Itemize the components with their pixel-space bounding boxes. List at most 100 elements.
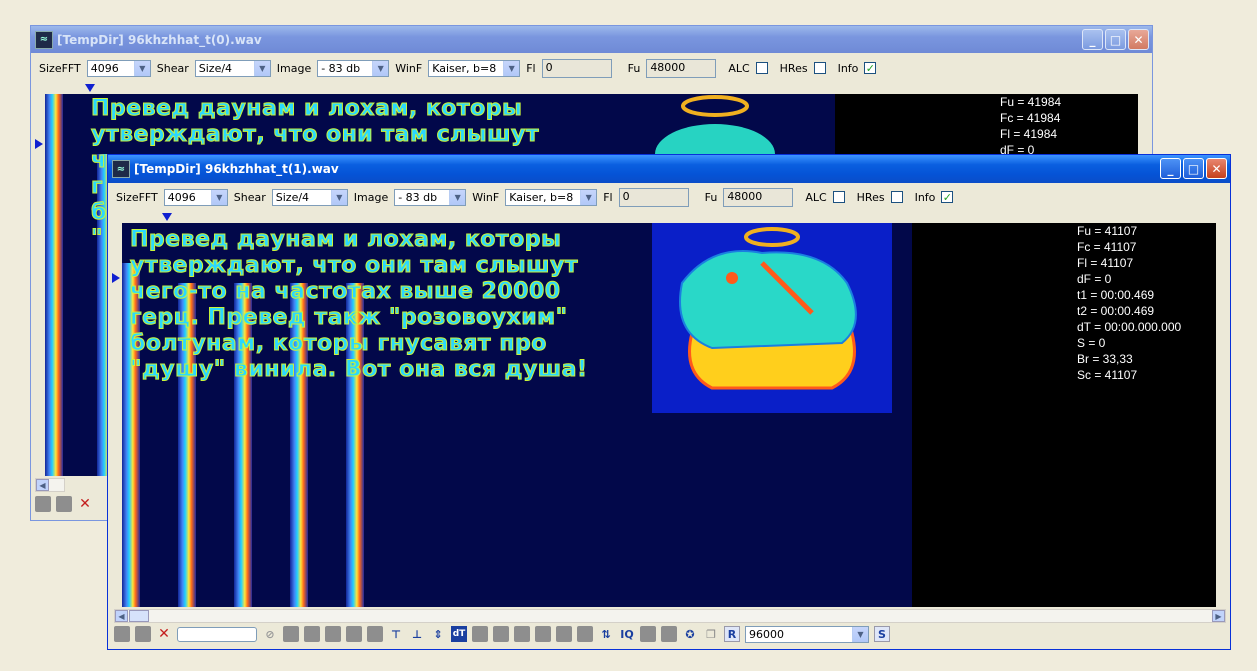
- sizefft-select[interactable]: 4096 ▼: [163, 188, 228, 206]
- iq-icon[interactable]: IQ: [619, 626, 635, 642]
- front-titlebar[interactable]: ≈ [TempDir] 96khzhhat_t(1).wav _ □ ✕: [108, 155, 1230, 183]
- tool-icon[interactable]: [56, 496, 72, 512]
- front-toolbar: SizeFFT 4096 ▼ Shear Size/4 ▼ Image - 83 d…: [110, 185, 1228, 209]
- shear-select[interactable]: Size/4 ▼: [194, 59, 271, 77]
- frequency-marker-top[interactable]: [85, 84, 95, 92]
- minimize-button[interactable]: _: [1082, 29, 1103, 50]
- tool-icon[interactable]: [535, 626, 551, 642]
- chevron-down-icon: ▼: [210, 189, 227, 205]
- hippo-image: [652, 223, 892, 413]
- image-select[interactable]: - 83 db ▼: [394, 188, 467, 206]
- close-button[interactable]: ✕: [1128, 29, 1149, 50]
- back-toolbar: SizeFFT 4096 ▼ Shear Size/4 ▼ Image - 83 d…: [33, 56, 1150, 80]
- chevron-down-icon: ▼: [503, 60, 520, 76]
- settings-icon[interactable]: ✪: [682, 626, 698, 642]
- delete-icon[interactable]: ✕: [77, 496, 93, 512]
- sizefft-select[interactable]: 4096 ▼: [86, 59, 151, 77]
- dt-button[interactable]: dT: [451, 626, 467, 642]
- shear-label: Shear: [156, 61, 189, 75]
- tool-icon[interactable]: [472, 626, 488, 642]
- tool-icon[interactable]: [283, 626, 299, 642]
- tool-icon[interactable]: [514, 626, 530, 642]
- tool-icon[interactable]: [346, 626, 362, 642]
- swap-icon[interactable]: ⇅: [598, 626, 614, 642]
- fu-field[interactable]: 48000: [723, 187, 794, 207]
- align-bottom-icon[interactable]: ⊥: [409, 626, 425, 642]
- minimize-button[interactable]: _: [1160, 158, 1181, 179]
- scroll-left-icon[interactable]: ◀: [36, 479, 49, 491]
- maximize-button[interactable]: □: [1105, 29, 1126, 50]
- alc-label: ALC: [805, 190, 827, 204]
- front-spectrogram[interactable]: Превед даунам и лохам, которы утверждают…: [122, 223, 1216, 607]
- tool-icon[interactable]: [304, 626, 320, 642]
- align-top-icon[interactable]: ⊤: [388, 626, 404, 642]
- sample-rate-select[interactable]: 96000 ▼: [745, 625, 869, 643]
- fl-field[interactable]: 0: [618, 187, 689, 207]
- tool-icon[interactable]: [493, 626, 509, 642]
- spectrum-stripe: [45, 94, 63, 476]
- r-button[interactable]: R: [724, 626, 740, 642]
- tool-icon[interactable]: [114, 626, 130, 642]
- chevron-down-icon: ▼: [852, 626, 868, 642]
- scroll-thumb[interactable]: [129, 610, 149, 622]
- tool-icon[interactable]: [135, 626, 151, 642]
- info-panel: Fu = 41107 Fc = 41107 Fl = 41107 dF = 0 …: [1077, 224, 1182, 382]
- overlay-text: Превед даунам и лохам, которы утверждают…: [130, 227, 588, 383]
- fl-field[interactable]: 0: [541, 58, 612, 78]
- front-window[interactable]: ≈ [TempDir] 96khzhhat_t(1).wav _ □ ✕ Siz…: [107, 154, 1231, 650]
- tool-icon[interactable]: [556, 626, 572, 642]
- position-input[interactable]: [177, 626, 257, 642]
- window-title: [TempDir] 96khzhhat_t(0).wav: [57, 32, 262, 47]
- winf-label: WinF: [472, 190, 500, 204]
- image-label: Image: [353, 190, 389, 204]
- hres-checkbox[interactable]: [813, 62, 826, 74]
- tool-icon[interactable]: [325, 626, 341, 642]
- tool-icon[interactable]: [640, 626, 656, 642]
- tool-icon[interactable]: [367, 626, 383, 642]
- horizontal-scrollbar[interactable]: ◀: [35, 478, 65, 492]
- image-select[interactable]: - 83 db ▼: [317, 59, 390, 77]
- fl-label: Fl: [526, 61, 536, 75]
- sizefft-label: SizeFFT: [39, 61, 81, 75]
- tool-icon[interactable]: [35, 496, 51, 512]
- winf-select[interactable]: Kaiser, b=8 ▼: [505, 188, 598, 206]
- back-titlebar[interactable]: ≈ [TempDir] 96khzhhat_t(0).wav _ □ ✕: [31, 26, 1152, 53]
- chevron-down-icon: ▼: [133, 60, 150, 76]
- time-marker-left[interactable]: [35, 139, 43, 149]
- image-label: Image: [276, 61, 312, 75]
- info-label: Info: [914, 190, 936, 204]
- info-checkbox[interactable]: ✓: [864, 62, 877, 74]
- copy-icon[interactable]: ❐: [703, 626, 719, 642]
- info-checkbox[interactable]: ✓: [941, 191, 954, 203]
- scroll-left-icon[interactable]: ◀: [115, 610, 128, 622]
- scroll-right-icon[interactable]: ▶: [1212, 610, 1225, 622]
- fu-label: Fu: [704, 190, 718, 204]
- winf-select[interactable]: Kaiser, b=8 ▼: [428, 59, 521, 77]
- tool-icon[interactable]: [577, 626, 593, 642]
- hres-checkbox[interactable]: [890, 191, 903, 203]
- disabled-icon[interactable]: ⊘: [262, 626, 278, 642]
- horizontal-scrollbar[interactable]: ◀ ▶: [114, 609, 1226, 623]
- frequency-marker-top[interactable]: [162, 213, 172, 221]
- winf-label: WinF: [395, 61, 423, 75]
- align-both-icon[interactable]: ⇕: [430, 626, 446, 642]
- fu-field[interactable]: 48000: [646, 58, 717, 78]
- maximize-button[interactable]: □: [1183, 158, 1204, 179]
- alc-label: ALC: [728, 61, 750, 75]
- info-panel: Fu = 41984 Fc = 41984 Fl = 41984 dF = 0: [1000, 95, 1062, 157]
- alc-checkbox[interactable]: [755, 62, 768, 74]
- alc-checkbox[interactable]: [832, 191, 845, 203]
- delete-icon[interactable]: ✕: [156, 626, 172, 642]
- app-icon: ≈: [35, 30, 53, 49]
- close-button[interactable]: ✕: [1206, 158, 1227, 179]
- time-marker-left[interactable]: [112, 273, 120, 283]
- shear-select[interactable]: Size/4 ▼: [271, 188, 348, 206]
- window-controls: _ □ ✕: [1082, 29, 1149, 50]
- chevron-down-icon: ▼: [330, 189, 347, 205]
- window-controls: _ □ ✕: [1160, 158, 1227, 179]
- chevron-down-icon: ▼: [580, 189, 597, 205]
- fu-label: Fu: [627, 61, 641, 75]
- sizefft-label: SizeFFT: [116, 190, 158, 204]
- tool-icon[interactable]: [661, 626, 677, 642]
- s-button[interactable]: S: [874, 626, 890, 642]
